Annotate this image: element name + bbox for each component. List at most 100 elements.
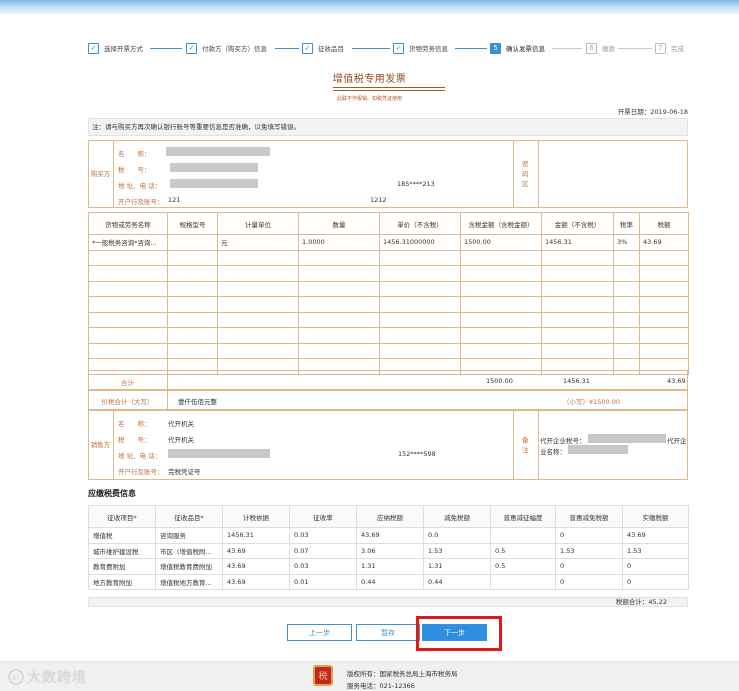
title-underline <box>333 90 445 91</box>
cell: 0 <box>555 558 623 575</box>
table-row <box>88 265 689 282</box>
buyer-bank-label: 开户行及账号： <box>118 198 164 206</box>
save-draft-button[interactable]: 暂存 <box>356 624 420 641</box>
step-number: 6 <box>586 42 597 54</box>
grand-total-label: 价税合计（大写） <box>101 398 154 406</box>
cell: 1.31 <box>423 558 491 575</box>
remark-label: 备注 <box>522 436 529 454</box>
cell: 43.69 <box>639 234 689 251</box>
watermark-logo-icon: © <box>8 669 24 685</box>
step-1: ✓ 选择开票方式 <box>88 42 143 54</box>
tax-total-row: 税额合计：45.22 <box>88 597 688 607</box>
title-underline <box>333 87 445 88</box>
notice-bar: 注：请与购买方再次确认银行账号等重要信息是否准确，以免填写错误。 <box>88 118 688 136</box>
cell <box>167 234 218 251</box>
step-connector <box>352 48 390 49</box>
totals-label: 合计 <box>121 379 134 387</box>
divider <box>113 410 114 480</box>
seller-bank-label: 开户行及账号： <box>118 468 164 476</box>
step-label: 付款方（购买方）信息 <box>202 45 267 53</box>
redacted-remark <box>568 445 628 454</box>
totals-row <box>88 370 688 390</box>
col-header: 减免税额 <box>423 505 491 528</box>
prev-step-button[interactable]: 上一步 <box>287 624 352 641</box>
cell <box>490 573 556 590</box>
step-label: 选择开票方式 <box>104 45 143 53</box>
col-header: 数量 <box>298 212 380 235</box>
table-row <box>88 327 689 344</box>
totals-tax-incl: 1500.00 <box>486 377 513 385</box>
cell: 地方教育附加 <box>88 573 156 590</box>
check-icon: ✓ <box>302 42 313 54</box>
cell: 增值税地方教育... <box>155 573 223 590</box>
col-header: 税额 <box>639 212 689 235</box>
cell: 0.03 <box>289 527 357 544</box>
cell: 1456.31 <box>541 234 614 251</box>
check-icon: ✓ <box>88 42 99 54</box>
cell: 0.03 <box>289 558 357 575</box>
col-header: 税率 <box>613 212 640 235</box>
seller-name-label: 名 称： <box>118 420 151 428</box>
cell: 0 <box>555 527 623 544</box>
check-icon: ✓ <box>186 42 197 54</box>
watermark: © 大数跨境 <box>8 667 87 687</box>
buyer-side-label: 购买方 <box>90 170 111 178</box>
cell: 0.5 <box>490 558 556 575</box>
watermark-text: 大数跨境 <box>27 670 87 686</box>
cell: 1.31 <box>356 558 424 575</box>
highlight-box <box>416 616 502 651</box>
seller-addr-label: 地 址、电 话： <box>118 452 162 460</box>
totals-tax: 43.69 <box>667 377 686 385</box>
invoice-subtitle: 此联不作报销、扣税凭证使用 <box>336 96 402 102</box>
buyer-bank-value: 121 <box>168 196 181 204</box>
password-area-label: 密码区 <box>522 160 529 188</box>
cell: 城市维护建设税 <box>88 542 156 559</box>
step-7: 7 完成 <box>655 42 684 54</box>
cell: 增值税教育费附加 <box>155 558 223 575</box>
tax-section-title: 应缴税费信息 <box>88 489 136 498</box>
cell: 3.06 <box>356 542 424 559</box>
redacted-addr <box>170 179 258 188</box>
step-3: ✓ 征收品目 <box>302 42 344 54</box>
table-row: 增值税 咨询服务 1456.31 0.03 43.69 0.0 0 43.69 <box>88 527 689 544</box>
remark-line1b: 代开企 <box>667 437 687 445</box>
cell: 1456.31000000 <box>379 234 461 251</box>
cell <box>490 527 556 544</box>
table-row <box>88 296 689 313</box>
cell: 0.0 <box>423 527 491 544</box>
cell: 1456.31 <box>222 527 290 544</box>
col-header: 规格型号 <box>167 212 218 235</box>
redacted-addr <box>168 449 270 458</box>
step-6: 6 缴款 <box>586 42 615 54</box>
cell: 增值税 <box>88 527 156 544</box>
divider <box>538 410 539 480</box>
table-row <box>88 280 689 297</box>
col-header: 计量单位 <box>217 212 299 235</box>
col-header: 征收率 <box>289 505 357 528</box>
redacted-name <box>166 147 270 156</box>
tax-emblem-icon: 税 <box>313 665 333 686</box>
table-row <box>88 311 689 328</box>
seller-tax-label: 税 号： <box>118 436 151 444</box>
cell: 43.69 <box>622 527 689 544</box>
col-header: 单价（不含税） <box>379 212 461 235</box>
buyer-account-value: 1212 <box>370 196 387 204</box>
seller-name-value: 代开机关 <box>168 420 194 428</box>
cell: 市区（增值税附... <box>155 542 223 559</box>
divider <box>167 370 168 390</box>
items-header-row: 货物或劳务名称 规格型号 计量单位 数量 单价（不含税） 含税金额（含税金额） … <box>88 212 689 235</box>
top-banner <box>0 0 739 14</box>
seller-bank-value: 完税凭证号 <box>168 468 201 476</box>
cell: 1500.00 <box>460 234 542 251</box>
cell: 0.44 <box>423 573 491 590</box>
cell: 0.07 <box>289 542 357 559</box>
col-header: 含税金额（含税金额） <box>460 212 542 235</box>
cell: 咨询服务 <box>155 527 223 544</box>
cell: 1.0000 <box>298 234 380 251</box>
redacted-remark <box>588 434 666 443</box>
step-label: 征收品目 <box>318 45 344 53</box>
buyer-tax-label: 税 号： <box>118 166 151 174</box>
step-label: 货物劳务信息 <box>409 45 448 53</box>
seller-tax-value: 代开机关 <box>168 436 194 444</box>
step-5: 5 确认发票信息 <box>490 42 545 54</box>
